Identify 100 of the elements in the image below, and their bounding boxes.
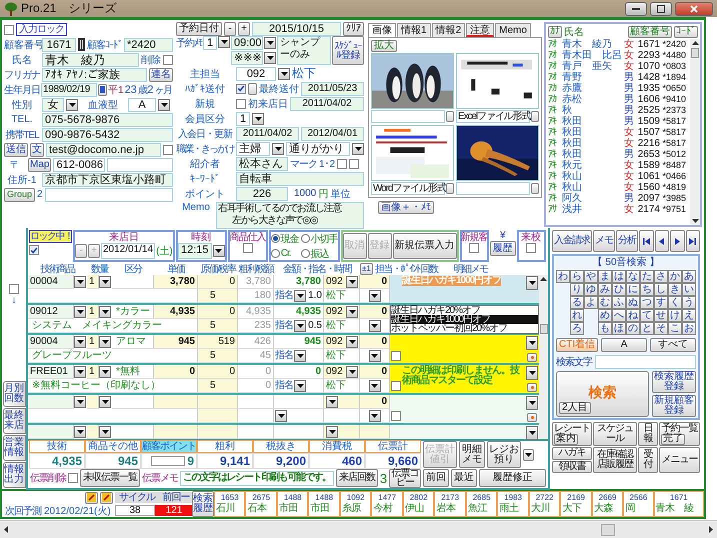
kana-key[interactable]: か [668,270,682,283]
schedule-button[interactable]: スケジュール [593,422,637,446]
dropdown-button[interactable] [294,320,306,332]
small-button[interactable] [531,111,539,122]
checkbox[interactable] [469,243,480,253]
dropdown-button[interactable] [74,366,86,378]
customer-row[interactable]: ｱｶ 赤松 男 1606 *9410 [548,94,690,105]
checkbox[interactable] [391,411,401,421]
reception-button[interactable]: 受付 [638,447,658,473]
customer-row[interactable]: ｱｷ 秋山 女 1061 *0466 [548,171,690,182]
small-button[interactable] [527,353,537,362]
history-item[interactable]: 2685 魚江 [466,491,498,517]
table-cell[interactable]: *カラー [112,305,154,319]
table-cell[interactable]: 0 [360,365,390,379]
dropdown-button[interactable] [252,112,264,124]
checkbox[interactable] [349,158,360,168]
dropdown-button[interactable] [368,380,380,392]
customer-row[interactable]: ｱｷ 秋田 女 1507 *5817 [548,127,690,138]
tab[interactable]: 情報2 [432,23,466,37]
kana-key[interactable]: わ [556,270,570,283]
dropdown-button[interactable] [368,290,380,302]
side-tab[interactable]: 最終来店 [2,408,26,434]
last-button[interactable] [686,230,700,252]
scroll-thumb[interactable] [691,48,699,58]
customer-row[interactable]: ｱｵ 青戸 亜矢 女 1070 *0803 [548,61,690,72]
next-button[interactable] [670,230,684,252]
table-cell[interactable] [198,395,238,409]
kana-key[interactable]: け [668,309,682,322]
new-customer-button[interactable]: 新規顧客登録 [652,395,696,417]
table-cell[interactable] [154,395,198,409]
history-item[interactable]: 2675 石本 [245,491,277,517]
table-cell[interactable]: 指名 [274,379,324,393]
history-item[interactable]: 2802 伊山 [402,491,434,517]
dropdown-button[interactable] [74,396,86,408]
radio-button[interactable] [270,234,280,243]
clear-button[interactable]: ｸﾘｱ [343,22,364,36]
kana-key[interactable]: ま [598,270,612,283]
search-button[interactable]: 検索 2人目 [556,371,649,417]
maximize-button[interactable] [650,2,672,16]
dropdown-button[interactable] [74,336,86,348]
table-cell[interactable]: 519 [198,335,238,349]
dropdown-button[interactable] [294,350,306,362]
table-cell[interactable] [154,425,198,439]
history-item[interactable]: 1488 市田 [276,491,308,517]
dropdown-button[interactable] [346,336,358,348]
history-button[interactable]: 履歴 [490,241,516,256]
table-cell[interactable]: 5 [198,289,238,303]
dropdown-button[interactable] [352,142,364,154]
dropdown-button[interactable] [158,98,170,110]
customer-row[interactable]: ｱｵ 青野 男 1428 *1894 [548,72,690,83]
radio-button[interactable] [300,249,310,258]
tab[interactable]: 注意 [466,23,494,37]
table-cell[interactable] [360,425,390,439]
table-cell[interactable]: 松下 [324,349,360,363]
dropdown-button[interactable] [264,37,276,49]
table-cell[interactable]: 4,935 [154,305,198,319]
toolbar-button[interactable]: 分析 [616,230,638,252]
table-cell[interactable]: 指名 1.0 [274,289,324,303]
name-field[interactable]: 青木 綾乃 [42,52,139,66]
reservation-date-button[interactable]: 予約日付 [176,22,222,36]
reservation-date-field[interactable]: 2015/10/15 [252,22,341,36]
table-cell[interactable] [274,409,324,423]
kana-key[interactable]: よ [584,296,598,309]
tab[interactable]: Memo [495,23,531,37]
search-history-button[interactable]: 検索履歴 [192,491,214,517]
dropdown-button[interactable] [526,336,538,350]
table-cell[interactable] [198,425,238,439]
checkbox[interactable] [391,381,401,391]
kana-key[interactable]: ひ [612,283,626,296]
referrer-field[interactable]: 松本さん [236,156,288,170]
table-cell[interactable]: 松下 [324,289,360,303]
stock-check-button[interactable]: 在庫確認店販履歴 [593,447,637,473]
customer-code-field[interactable]: *2420 [124,38,173,52]
kana-key[interactable]: る [570,296,584,309]
kana-key[interactable]: え [682,309,696,322]
time-field[interactable]: 09:00 [231,36,263,50]
dropdown-button[interactable] [326,426,338,438]
memo-cell[interactable] [390,335,539,363]
table-cell[interactable]: 09012 [28,305,74,319]
minimize-button[interactable] [625,2,647,16]
table-cell[interactable]: 5 [198,349,238,363]
kana-key[interactable]: し [654,283,668,296]
history-item[interactable]: 2173 岩本 [434,491,466,517]
small-button[interactable] [531,183,539,194]
minus-button[interactable]: - [224,22,236,36]
dropdown-button[interactable] [218,36,230,48]
reservation-memo-field[interactable]: シャンプーのみ [277,36,331,65]
kana-key[interactable]: ゆ [584,283,598,296]
table-cell[interactable]: 1 [87,275,99,289]
table-cell[interactable]: 092 [324,365,360,379]
side-tab[interactable]: 月別回数 [2,381,26,407]
dropdown-button[interactable] [74,276,86,288]
kana-key[interactable]: に [626,283,640,296]
customer-row[interactable]: ｱｵ 青木田 比呂 女 2293 *4480 [548,50,690,61]
checkbox[interactable] [337,158,348,168]
history-item[interactable]: 2722 大川 [528,491,560,517]
table-cell[interactable] [324,425,360,439]
date-field[interactable]: 2011/04/02 [290,96,364,110]
time-field[interactable]: 12:15 [178,243,212,259]
blood-type-field[interactable]: A [128,98,156,112]
